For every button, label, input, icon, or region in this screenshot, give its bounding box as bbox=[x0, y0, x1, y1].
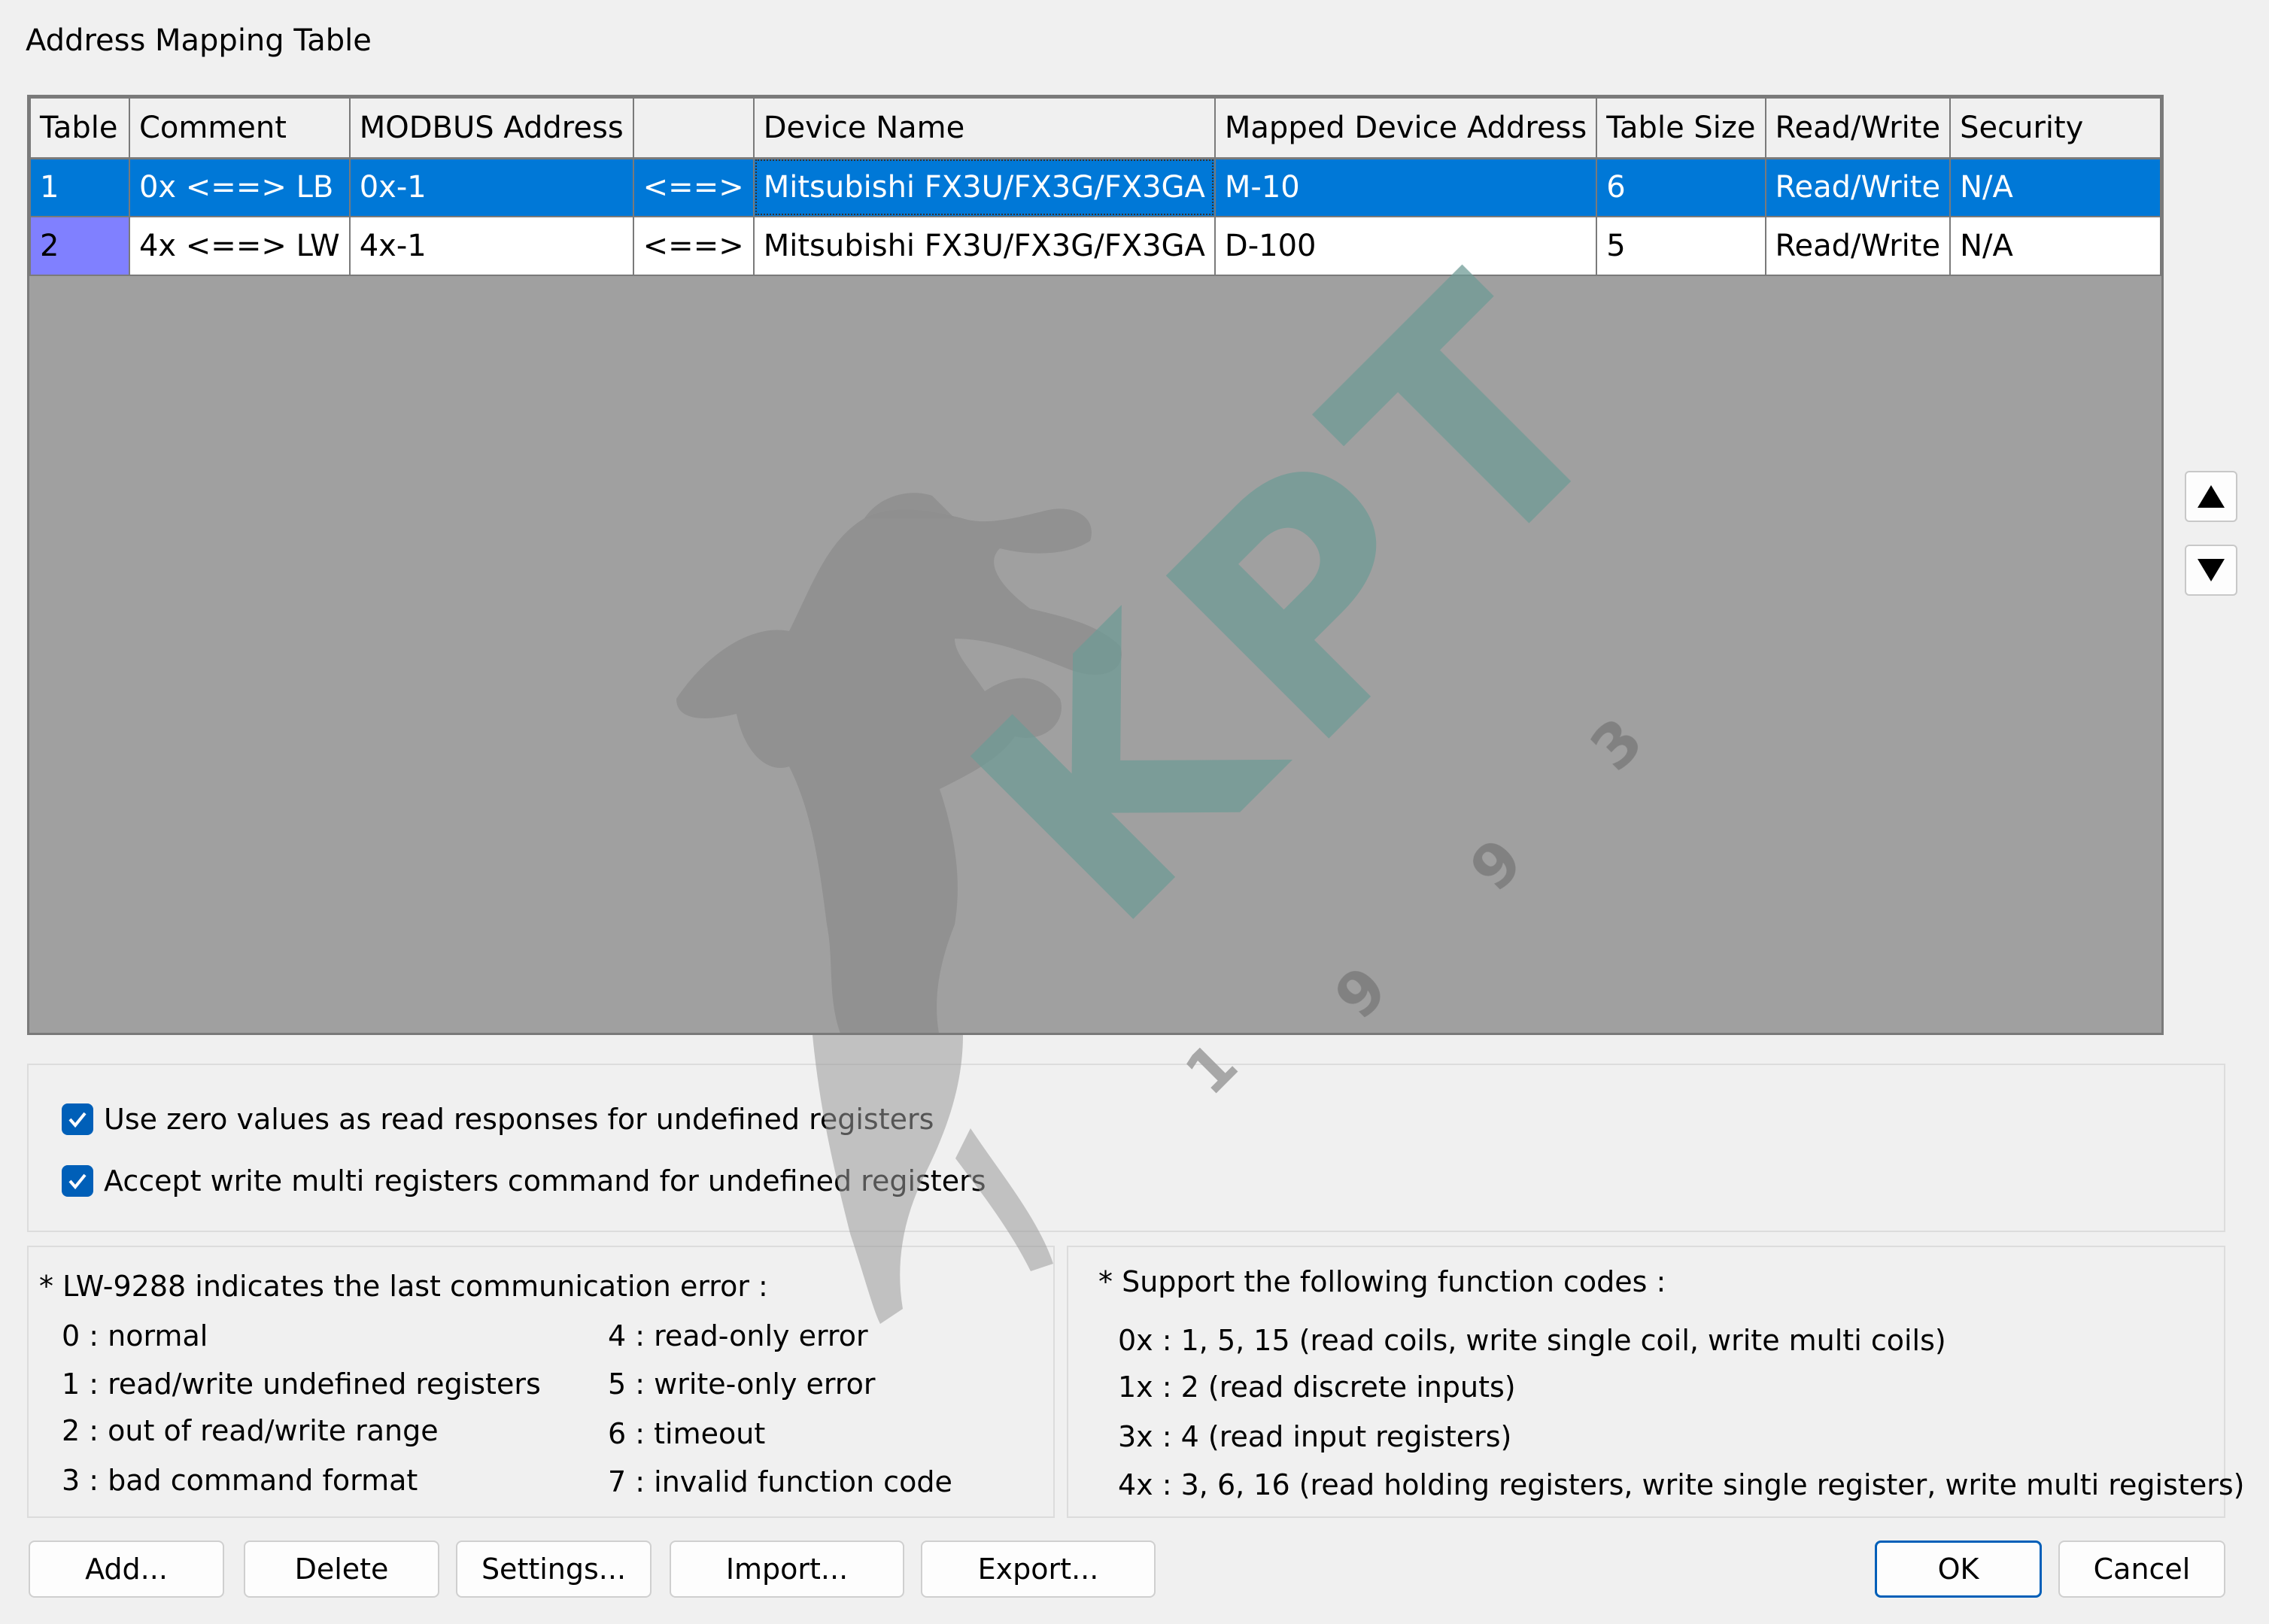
error-code-item: 2 : out of read/write range bbox=[62, 1414, 439, 1447]
col-header-modbus-address[interactable]: MODBUS Address bbox=[348, 97, 634, 159]
cell-security[interactable]: N/A bbox=[1949, 216, 2161, 276]
delete-button[interactable]: Delete bbox=[244, 1541, 439, 1598]
cell-table-index[interactable]: 2 bbox=[29, 216, 130, 276]
move-up-button[interactable] bbox=[2185, 471, 2237, 522]
watermark-letter-p: P bbox=[1101, 388, 1525, 812]
mapping-table[interactable]: Table Comment MODBUS Address Device Name… bbox=[27, 95, 2164, 1035]
watermark-letter-t: T bbox=[1267, 218, 1681, 632]
error-codes-panel: * LW-9288 indicates the last communicati… bbox=[27, 1246, 1055, 1518]
cell-mapped-address[interactable]: M-10 bbox=[1213, 157, 1598, 217]
error-code-item: 6 : timeout bbox=[608, 1417, 766, 1450]
error-code-item: 4 : read-only error bbox=[608, 1319, 868, 1352]
function-codes-panel: * Support the following function codes :… bbox=[1067, 1246, 2244, 1518]
add-button[interactable]: Add... bbox=[29, 1541, 224, 1598]
error-code-item: 5 : write-only error bbox=[608, 1367, 876, 1401]
function-code-item: 4x : 3, 6, 16 (read holding registers, w… bbox=[1118, 1468, 2245, 1501]
cancel-button[interactable]: Cancel bbox=[2058, 1541, 2225, 1598]
error-code-item: 3 : bad command format bbox=[62, 1464, 418, 1497]
cell-table-size[interactable]: 5 bbox=[1596, 216, 1766, 276]
zero-values-label: Use zero values as read responses for un… bbox=[104, 1103, 934, 1136]
import-button[interactable]: Import... bbox=[670, 1541, 904, 1598]
col-header-direction[interactable] bbox=[632, 97, 755, 159]
cell-table-index[interactable]: 1 bbox=[29, 157, 130, 217]
function-codes-title: * Support the following function codes : bbox=[1098, 1265, 1666, 1298]
dialog-title: Address Mapping Table bbox=[26, 23, 372, 58]
checkmark-icon bbox=[68, 1173, 87, 1190]
move-down-button[interactable] bbox=[2185, 545, 2237, 596]
col-header-device-name[interactable]: Device Name bbox=[752, 97, 1216, 159]
error-code-item: 7 : invalid function code bbox=[608, 1465, 952, 1498]
col-header-read-write[interactable]: Read/Write bbox=[1764, 97, 1952, 159]
watermark-letter-k: K bbox=[906, 551, 1347, 993]
table-row[interactable]: 2 4x <==> LW 4x-1 <==> Mitsubishi FX3U/F… bbox=[29, 216, 2161, 276]
cell-read-write[interactable]: Read/Write bbox=[1764, 216, 1952, 276]
zero-values-option[interactable]: Use zero values as read responses for un… bbox=[62, 1103, 934, 1136]
cell-comment[interactable]: 4x <==> LW bbox=[128, 216, 351, 276]
cell-table-size[interactable]: 6 bbox=[1596, 157, 1766, 217]
function-code-item: 0x : 1, 5, 15 (read coils, write single … bbox=[1118, 1324, 1946, 1357]
error-code-item: 1 : read/write undefined registers bbox=[62, 1367, 541, 1401]
function-code-item: 1x : 2 (read discrete inputs) bbox=[1118, 1371, 1516, 1404]
watermark-digit: 3 bbox=[1578, 705, 1657, 784]
checkmark-icon bbox=[68, 1112, 87, 1128]
undefined-register-options: Use zero values as read responses for un… bbox=[27, 1064, 2225, 1232]
accept-write-checkbox[interactable] bbox=[62, 1165, 93, 1197]
ok-button[interactable]: OK bbox=[1875, 1541, 2042, 1598]
header-row: Table Comment MODBUS Address Device Name… bbox=[29, 97, 2161, 159]
triangle-up-icon bbox=[2198, 485, 2225, 508]
col-header-security[interactable]: Security bbox=[1949, 97, 2161, 159]
settings-button[interactable]: Settings... bbox=[456, 1541, 652, 1598]
cell-read-write[interactable]: Read/Write bbox=[1764, 157, 1952, 217]
col-header-table[interactable]: Table bbox=[29, 97, 130, 159]
zero-values-checkbox[interactable] bbox=[62, 1103, 93, 1135]
accept-write-label: Accept write multi registers command for… bbox=[104, 1164, 986, 1198]
error-codes-title: * LW-9288 indicates the last communicati… bbox=[39, 1270, 768, 1303]
col-header-comment[interactable]: Comment bbox=[128, 97, 351, 159]
cell-device-name[interactable]: Mitsubishi FX3U/FX3G/FX3GA bbox=[752, 157, 1216, 217]
accept-write-option[interactable]: Accept write multi registers command for… bbox=[62, 1164, 986, 1198]
function-code-item: 3x : 4 (read input registers) bbox=[1118, 1420, 1512, 1453]
col-header-mapped-device-address[interactable]: Mapped Device Address bbox=[1213, 97, 1598, 159]
cell-modbus-address[interactable]: 4x-1 bbox=[348, 216, 634, 276]
cell-direction[interactable]: <==> bbox=[632, 157, 755, 217]
triangle-down-icon bbox=[2198, 559, 2225, 581]
watermark-digit: 9 bbox=[1322, 953, 1401, 1032]
error-code-item: 0 : normal bbox=[62, 1319, 208, 1352]
table-row[interactable]: 1 0x <==> LB 0x-1 <==> Mitsubishi FX3U/F… bbox=[29, 157, 2161, 217]
cell-device-name[interactable]: Mitsubishi FX3U/FX3G/FX3GA bbox=[752, 216, 1216, 276]
cell-direction[interactable]: <==> bbox=[632, 216, 755, 276]
cell-mapped-address[interactable]: D-100 bbox=[1213, 216, 1598, 276]
watermark-digit: 9 bbox=[1457, 825, 1536, 904]
mapping-grid[interactable]: Table Comment MODBUS Address Device Name… bbox=[29, 97, 2161, 276]
col-header-table-size[interactable]: Table Size bbox=[1596, 97, 1766, 159]
export-button[interactable]: Export... bbox=[921, 1541, 1156, 1598]
cell-modbus-address[interactable]: 0x-1 bbox=[348, 157, 634, 217]
cell-security[interactable]: N/A bbox=[1949, 157, 2161, 217]
cell-comment[interactable]: 0x <==> LB bbox=[128, 157, 351, 217]
